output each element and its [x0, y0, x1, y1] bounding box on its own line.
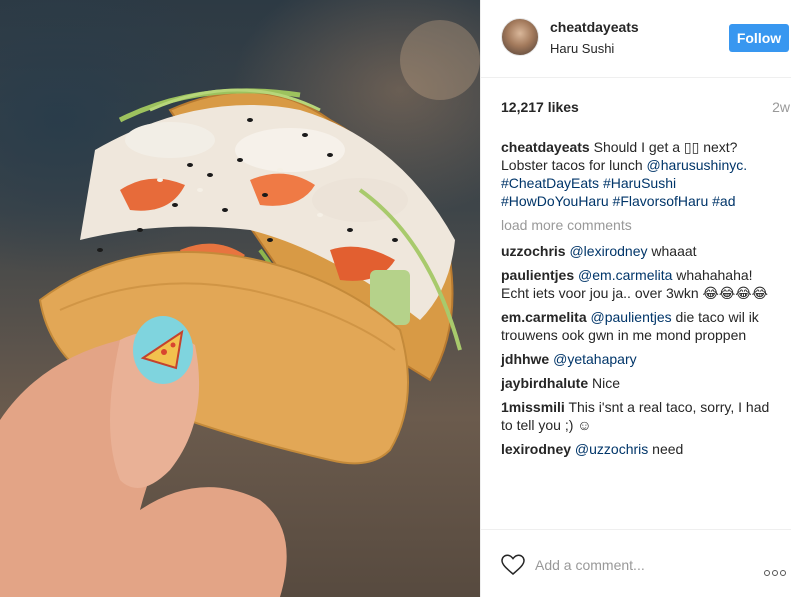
- post-location[interactable]: Haru Sushi: [550, 41, 614, 56]
- comment-username[interactable]: lexirodney: [501, 441, 571, 457]
- comment-text: Nice: [588, 375, 621, 391]
- post-age[interactable]: 2w: [772, 99, 790, 115]
- comment-username[interactable]: paulientjes: [501, 267, 574, 283]
- comment-mention[interactable]: @em.carmelita: [578, 267, 672, 283]
- load-more-comments[interactable]: load more comments: [501, 216, 775, 234]
- list-item: jdhhwe @yetahapary: [501, 350, 775, 368]
- post-header: cheatdayeats Haru Sushi Follow: [481, 0, 791, 78]
- comment-username[interactable]: 1missmili: [501, 399, 565, 415]
- caption-text-1: Should I get a: [593, 139, 684, 155]
- post-details-panel: cheatdayeats Haru Sushi Follow 12,217 li…: [480, 0, 791, 597]
- heart-icon[interactable]: [501, 554, 525, 576]
- list-item: uzzochris @lexirodney whaaat: [501, 242, 775, 260]
- comment-mention[interactable]: @paulientjes: [591, 309, 672, 325]
- comments-list: cheatdayeats Should I get a ▯▯ next? Lob…: [501, 138, 775, 464]
- caption-hashtags[interactable]: #CheatDayEats #HaruSushi #HowDoYouHaru #…: [501, 175, 736, 209]
- comment-mention[interactable]: @uzzochris: [575, 441, 648, 457]
- list-item: lexirodney @uzzochris need: [501, 440, 775, 458]
- list-item: 1missmili This i'snt a real taco, sorry,…: [501, 398, 775, 434]
- more-options-icon[interactable]: [764, 563, 788, 576]
- list-item: em.carmelita @paulientjes die taco wil i…: [501, 308, 775, 344]
- comment-username[interactable]: jaybirdhalute: [501, 375, 588, 391]
- comment-username[interactable]: uzzochris: [501, 243, 566, 259]
- dot-icon: [772, 570, 778, 576]
- lobster-taco-illustration: [0, 20, 480, 597]
- avatar[interactable]: [501, 18, 539, 56]
- list-item: jaybirdhalute Nice: [501, 374, 775, 392]
- comment-mention[interactable]: @lexirodney: [569, 243, 647, 259]
- dot-icon: [764, 570, 770, 576]
- add-comment-input[interactable]: [535, 554, 735, 576]
- comment-mention[interactable]: @yetahapary: [553, 351, 636, 367]
- follow-button[interactable]: Follow: [729, 24, 789, 52]
- caption-mention[interactable]: @harusushinyc.: [647, 157, 748, 173]
- dot-icon: [780, 570, 786, 576]
- comment-footer: [481, 529, 791, 597]
- caption: cheatdayeats Should I get a ▯▯ next? Lob…: [501, 138, 775, 210]
- author-username[interactable]: cheatdayeats: [550, 19, 639, 35]
- likes-row: 12,217 likes 2w: [501, 99, 790, 119]
- post-photo[interactable]: [0, 0, 480, 597]
- pizza-nail-art: [133, 316, 193, 384]
- comment-text: whaaat: [647, 243, 697, 259]
- comment-text: need: [648, 441, 684, 457]
- list-item: paulientjes @em.carmelita whahahaha! Ech…: [501, 266, 775, 302]
- caption-username[interactable]: cheatdayeats: [501, 139, 590, 155]
- comment-username[interactable]: em.carmelita: [501, 309, 587, 325]
- comment-username[interactable]: jdhhwe: [501, 351, 549, 367]
- likes-count[interactable]: 12,217 likes: [501, 99, 579, 115]
- emoji-placeholder-icon: ▯▯: [683, 139, 700, 155]
